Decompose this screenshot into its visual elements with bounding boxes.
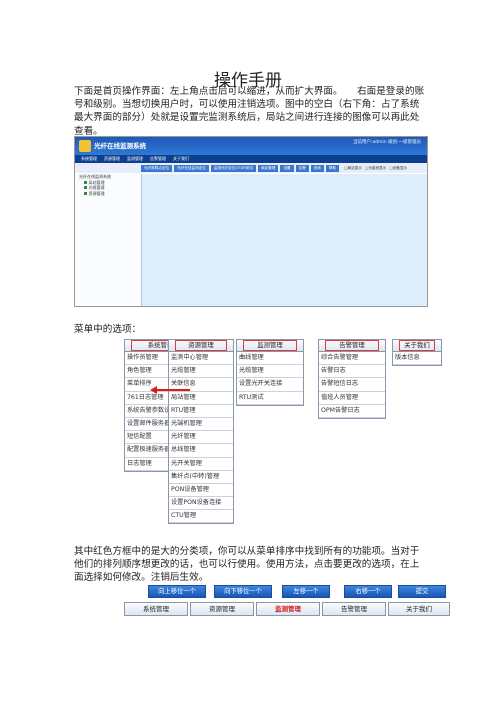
menu-item[interactable]: PON设备管理 [169, 484, 233, 498]
menu-head[interactable]: 告警管理 [319, 340, 385, 352]
app-menu-item[interactable]: 资源管理 [101, 156, 123, 162]
app-tab[interactable]: 设置 [280, 164, 294, 172]
menu-item[interactable]: 光缆管理 [237, 365, 303, 379]
app-tab[interactable]: 帮助 [325, 164, 340, 172]
menu-item[interactable]: OPM告警日志 [319, 405, 385, 418]
app-tree-panel: 光纤在线监测系统 局站管理 光缆管理 资源管理 [75, 174, 142, 306]
intro-paragraph: 下面是首页操作界面：左上角点击后可以缩进，从而扩大界面。 右面是登录的账号和级别… [74, 86, 425, 137]
move-left-button[interactable]: 左移一个 [282, 585, 330, 598]
app-header: 光纤在线监测系统 当前用户:admin 级别:一级管理员 [75, 137, 427, 155]
menu-item[interactable]: 告警日志 [319, 365, 385, 379]
app-checkbox[interactable]: □光缆段显示 [365, 166, 386, 171]
app-checkbox[interactable]: □局站显示 [344, 166, 362, 171]
app-tab[interactable]: 监测光纤定位OTDR测试 [210, 164, 256, 172]
category-item[interactable]: 关于我们 [388, 602, 450, 616]
app-toolbar: 光纤故障点定位 光纤在线监测定位 监测光纤定位OTDR测试 局站管理 设置 告警… [75, 163, 427, 173]
menu-item[interactable]: 监测中心管理 [169, 352, 233, 366]
menu-item[interactable]: 光开关管理 [169, 458, 233, 471]
menu-item[interactable]: 集纤点(中转)管理 [169, 471, 233, 484]
app-checkbox[interactable]: □设备显示 [389, 166, 407, 171]
category-item[interactable]: 系统管理 [124, 602, 188, 616]
app-menu-item[interactable]: 监测管理 [124, 156, 146, 162]
menu-options-figure: 系统管理 操作员管理 角色管理 菜单排序 761日志管理 系统告警参数设置 设置… [124, 339, 454, 539]
app-tab[interactable]: 光纤在线监测定位 [174, 164, 209, 172]
menu-column-about: 关于我们 版本信息 [392, 339, 442, 367]
app-menu-item[interactable]: 告警管理 [147, 156, 169, 162]
menu-head[interactable]: 监测管理 [237, 340, 303, 352]
move-up-button[interactable]: 向上移位一个 [148, 585, 206, 598]
move-right-button[interactable]: 右移一个 [344, 585, 392, 598]
menu-options-label: 菜单中的选项： [74, 324, 142, 335]
menu-item[interactable]: 设置PON设备连接 [169, 497, 233, 511]
menu-item[interactable]: 版本信息 [393, 352, 441, 366]
tree-item[interactable]: 资源管理 [75, 191, 141, 197]
menu-item[interactable]: CTU管理 [169, 510, 233, 524]
user-info: 当前用户:admin 级别:一级管理员 [352, 140, 421, 145]
menu-column-resource: 资源管理 监测中心管理 光缆管理 关联信息 局站管理 RTU管理 光端机管理 光… [168, 339, 234, 525]
menu-item[interactable]: 综合告警管理 [319, 352, 385, 366]
sort-menu-figure: 向上移位一个 向下移位一个 左移一个 右移一个 提交 系统管理 资源管理 监测管… [122, 585, 452, 616]
app-title: 光纤在线监测系统 [94, 142, 146, 150]
app-menu-bar: 系统管理 资源管理 监测管理 告警管理 关于我们 [75, 155, 427, 163]
app-main-area[interactable] [142, 174, 427, 306]
menu-column-monitor: 监测管理 曲线管理 光缆管理 设置光开关连接 RTU测试 [236, 339, 304, 406]
menu-item[interactable]: 值班人员管理 [319, 392, 385, 405]
category-item[interactable]: 告警管理 [322, 602, 386, 616]
menu-head[interactable]: 关于我们 [393, 340, 441, 352]
red-arrow-icon [156, 389, 190, 391]
explain-paragraph: 其中红色方框中的是大的分类项，你可以从菜单排序中找到所有的功能项。当对于他们的排… [74, 546, 420, 584]
app-tab[interactable]: 查询 [310, 164, 324, 172]
menu-item[interactable]: 设置光开关连接 [237, 378, 303, 392]
menu-item[interactable]: 光端机管理 [169, 418, 233, 432]
category-item[interactable]: 资源管理 [190, 602, 254, 616]
menu-head[interactable]: 资源管理 [169, 340, 233, 352]
app-logo-icon [79, 140, 91, 152]
menu-item[interactable]: 光缆管理 [169, 365, 233, 379]
menu-item[interactable]: RTU测试 [237, 392, 303, 405]
menu-item[interactable]: 曲线管理 [237, 352, 303, 366]
menu-item[interactable]: 光纤管理 [169, 431, 233, 445]
menu-item[interactable]: RTU管理 [169, 405, 233, 418]
app-tab[interactable]: 告警 [295, 164, 309, 172]
app-tab[interactable]: 局站管理 [257, 164, 279, 172]
menu-item[interactable]: 告警短信日志 [319, 378, 385, 392]
homepage-screenshot: 光纤在线监测系统 当前用户:admin 级别:一级管理员 系统管理 资源管理 监… [74, 136, 428, 307]
menu-item[interactable]: 局站管理 [169, 392, 233, 405]
submit-button[interactable]: 提交 [398, 585, 446, 598]
move-down-button[interactable]: 向下移位一个 [214, 585, 272, 598]
menu-column-alarm: 告警管理 综合告警管理 告警日志 告警短信日志 值班人员管理 OPM告警日志 [318, 339, 386, 419]
app-tab[interactable]: 光纤故障点定位 [141, 164, 173, 172]
category-item-selected[interactable]: 监测管理 [256, 602, 320, 616]
app-menu-item[interactable]: 关于我们 [170, 156, 192, 162]
menu-item[interactable]: 总线管理 [169, 444, 233, 458]
app-menu-item[interactable]: 系统管理 [78, 156, 100, 162]
